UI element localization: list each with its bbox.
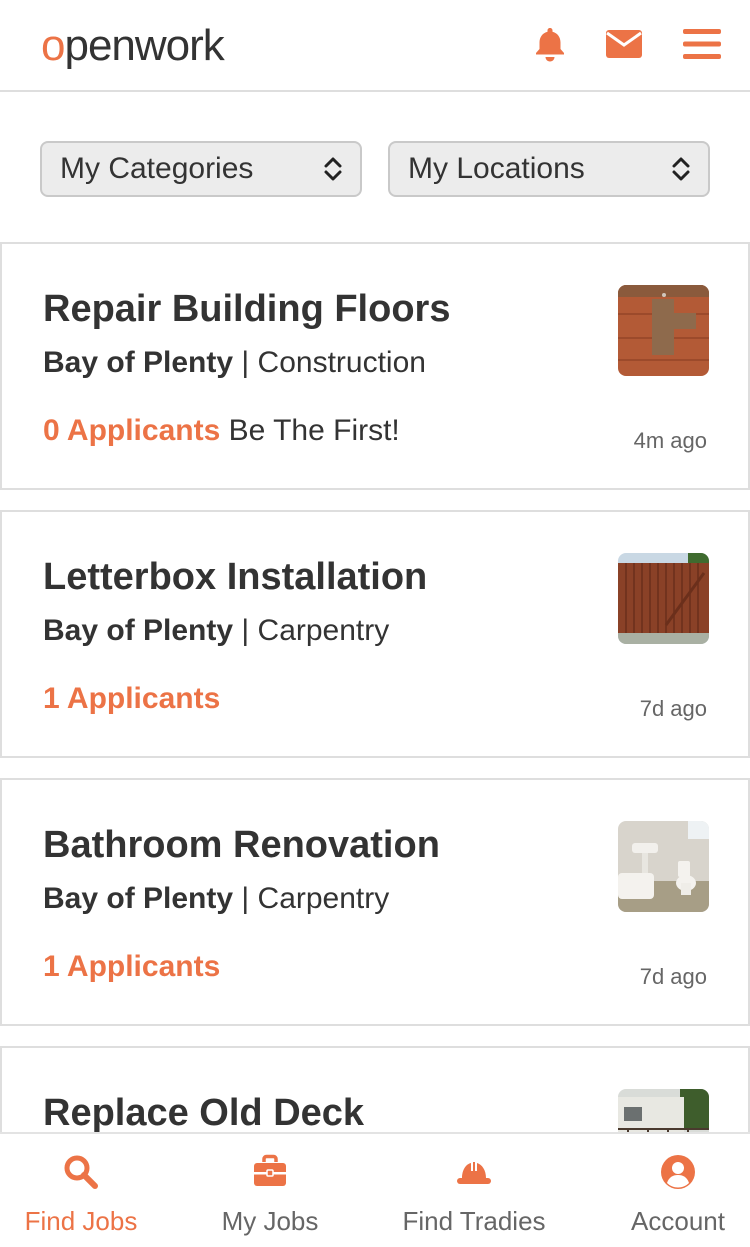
job-posted-time: 7d ago	[639, 696, 707, 721]
logo-text: penwork	[64, 21, 224, 70]
menu-icon[interactable]	[682, 24, 722, 64]
categories-select[interactable]: My Categories	[40, 141, 362, 197]
applicant-count: 1 Applicants	[43, 950, 221, 983]
openwork-logo[interactable]: openwork	[41, 18, 225, 74]
job-applicants: 1 Applicants	[43, 682, 220, 716]
job-category: Carpentry	[257, 614, 390, 647]
account-icon	[661, 1155, 695, 1189]
job-category: Carpentry	[257, 882, 390, 915]
meta-separator: |	[233, 882, 258, 915]
job-category: Construction	[257, 346, 426, 379]
nav-find-tradies[interactable]: Find Tradies	[384, 1134, 564, 1247]
bell-icon[interactable]	[530, 24, 570, 64]
job-title: Replace Old Deck	[43, 1092, 365, 1134]
job-meta: Bay of Plenty | Carpentry	[43, 882, 389, 916]
locations-select[interactable]: My Locations	[388, 141, 710, 197]
logo-accent-letter: o	[41, 21, 66, 70]
meta-separator: |	[233, 346, 258, 379]
job-thumbnail-wood-floor	[618, 285, 709, 376]
mail-icon[interactable]	[604, 24, 644, 64]
meta-separator: |	[233, 614, 258, 647]
applicant-note: Be The First!	[220, 414, 400, 447]
job-card[interactable]: Letterbox Installation Bay of Plenty | C…	[0, 510, 750, 758]
locations-select-value: My Locations	[408, 152, 585, 185]
job-applicants: 0 Applicants Be The First!	[43, 414, 400, 448]
job-posted-time: 7d ago	[639, 964, 707, 989]
nav-label: Find Tradies	[402, 1206, 546, 1236]
hard-hat-icon	[457, 1162, 491, 1184]
job-card[interactable]: Repair Building Floors Bay of Plenty | C…	[0, 242, 750, 490]
job-applicants: 1 Applicants	[43, 950, 220, 984]
nav-label: Account	[631, 1206, 725, 1236]
chevron-updown-icon	[672, 157, 690, 181]
job-title: Bathroom Renovation	[43, 824, 440, 866]
nav-account[interactable]: Account	[598, 1134, 750, 1247]
job-title: Letterbox Installation	[43, 556, 428, 598]
job-meta: Bay of Plenty | Carpentry	[43, 614, 389, 648]
job-card[interactable]: Bathroom Renovation Bay of Plenty | Carp…	[0, 778, 750, 1026]
categories-select-value: My Categories	[60, 152, 254, 185]
job-title: Repair Building Floors	[43, 288, 451, 330]
job-region: Bay of Plenty	[43, 882, 234, 915]
nav-label: My Jobs	[221, 1206, 319, 1236]
job-region: Bay of Plenty	[43, 614, 234, 647]
nav-label: Find Jobs	[24, 1206, 138, 1236]
job-posted-time: 4m ago	[633, 428, 707, 453]
job-thumbnail-wooden-fence	[618, 553, 709, 644]
app-header: openwork	[0, 0, 750, 92]
nav-my-jobs[interactable]: My Jobs	[190, 1134, 350, 1247]
applicant-count: 0 Applicants	[43, 414, 221, 447]
applicant-count: 1 Applicants	[43, 682, 221, 715]
job-thumbnail-bathroom	[618, 821, 709, 912]
job-meta: Bay of Plenty | Construction	[43, 346, 426, 380]
job-region: Bay of Plenty	[43, 346, 234, 379]
search-icon	[64, 1155, 98, 1189]
briefcase-icon	[254, 1154, 286, 1186]
bottom-navigation: Find Jobs My Jobs Find Tradies Account	[0, 1132, 750, 1247]
nav-find-jobs[interactable]: Find Jobs	[0, 1134, 162, 1247]
chevron-updown-icon	[324, 157, 342, 181]
